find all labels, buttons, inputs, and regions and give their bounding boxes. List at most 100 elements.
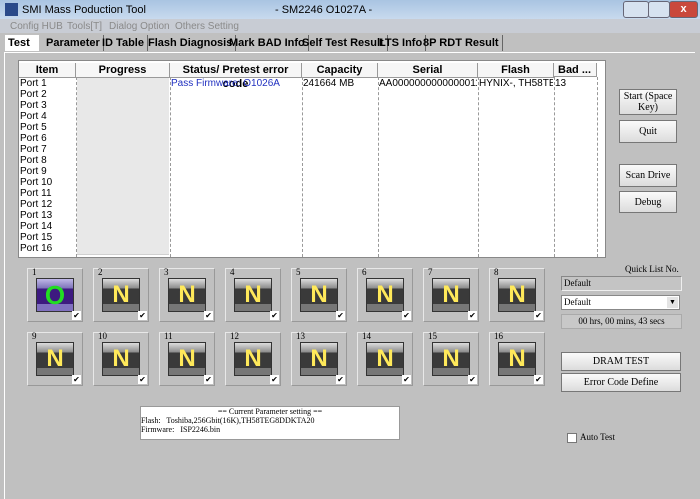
tab-8p-rdt-result[interactable]: 8P RDT Result	[420, 35, 503, 51]
table-row[interactable]: Port 6	[19, 133, 597, 145]
scan-drive-button[interactable]: Scan Drive	[619, 164, 677, 187]
cell-status	[171, 188, 301, 199]
slot-10[interactable]: 10 N ✔	[93, 331, 149, 386]
slot-checkbox[interactable]: ✔	[138, 311, 147, 320]
table-row[interactable]: Port 12	[19, 199, 597, 211]
slot-checkbox[interactable]: ✔	[72, 375, 81, 384]
slot-checkbox[interactable]: ✔	[468, 375, 477, 384]
header-status[interactable]: Status/ Pretest error code	[170, 63, 302, 90]
slot-checkbox[interactable]: ✔	[336, 311, 345, 320]
header-serial[interactable]: Serial	[378, 63, 478, 78]
slot-8[interactable]: 8 N ✔	[489, 267, 545, 322]
slot-1[interactable]: 1 O ✔	[27, 267, 83, 322]
cell-serial	[379, 100, 477, 111]
header-bad[interactable]: Bad ...	[554, 63, 597, 77]
slot-4[interactable]: 4 N ✔	[225, 267, 281, 322]
header-item[interactable]: Item	[19, 63, 76, 78]
cell-item: Port 4	[20, 111, 47, 122]
header-progress[interactable]: Progress	[76, 63, 170, 78]
tab-flash-diagnosis[interactable]: Flash Diagnosis	[145, 35, 237, 51]
cell-bad	[555, 232, 597, 243]
table-row[interactable]: Port 5	[19, 122, 597, 134]
cell-item: Port 16	[20, 243, 53, 254]
slot-checkbox[interactable]: ✔	[204, 311, 213, 320]
tab-parameter[interactable]: Parameter	[43, 35, 104, 51]
menu-tools[interactable]: Tools[T]	[67, 21, 102, 32]
table-row[interactable]: Port 9	[19, 166, 597, 178]
cell-bad	[555, 188, 597, 199]
slot-number: 10	[98, 331, 107, 341]
tab-mark-bad-info[interactable]: Mark BAD Info	[226, 35, 309, 51]
slot-checkbox[interactable]: ✔	[270, 311, 279, 320]
quick-list-select[interactable]: Default ▼	[561, 295, 680, 310]
slot-5[interactable]: 5 N ✔	[291, 267, 347, 322]
cell-serial	[379, 177, 477, 188]
menu-dialog-option[interactable]: Dialog Option	[109, 21, 170, 32]
progress-bar	[77, 243, 169, 255]
cell-item: Port 5	[20, 122, 47, 133]
slot-14[interactable]: 14 N ✔	[357, 331, 413, 386]
slot-checkbox[interactable]: ✔	[402, 375, 411, 384]
header-flash[interactable]: Flash	[478, 63, 554, 78]
table-row[interactable]: Port 14	[19, 221, 597, 233]
slot-7[interactable]: 7 N ✔	[423, 267, 479, 322]
menu-others-setting[interactable]: Others Setting	[175, 21, 239, 32]
slot-checkbox[interactable]: ✔	[534, 311, 543, 320]
slot-checkbox[interactable]: ✔	[534, 375, 543, 384]
table-row[interactable]: Port 15	[19, 232, 597, 244]
slot-checkbox[interactable]: ✔	[204, 375, 213, 384]
table-row[interactable]: Port 7	[19, 144, 597, 156]
close-button[interactable]: x	[669, 1, 698, 18]
slot-9[interactable]: 9 N ✔	[27, 331, 83, 386]
error-code-define-button[interactable]: Error Code Define	[561, 373, 681, 392]
port-table[interactable]: Item Progress Status/ Pretest error code…	[18, 60, 606, 258]
table-row[interactable]: Port 8	[19, 155, 597, 167]
cell-bad: 13	[555, 78, 567, 89]
maximize-button[interactable]	[648, 1, 670, 18]
tab-lts-info[interactable]: LTS Info	[376, 35, 427, 51]
cell-status	[171, 210, 301, 221]
debug-button[interactable]: Debug	[619, 191, 677, 213]
slot-2[interactable]: 2 N ✔	[93, 267, 149, 322]
slot-number: 4	[230, 267, 235, 277]
slot-checkbox[interactable]: ✔	[72, 311, 81, 320]
header-capacity[interactable]: Capacity	[302, 63, 378, 78]
table-row[interactable]: Port 4	[19, 111, 597, 123]
menu-config-hub[interactable]: Config HUB	[10, 21, 63, 32]
slot-16[interactable]: 16 N ✔	[489, 331, 545, 386]
slot-checkbox[interactable]: ✔	[138, 375, 147, 384]
slot-status-icon: N	[366, 278, 404, 312]
table-row[interactable]: Port 16	[19, 243, 597, 255]
dram-test-button[interactable]: DRAM TEST	[561, 352, 681, 371]
slot-15[interactable]: 15 N ✔	[423, 331, 479, 386]
start-button[interactable]: Start (Space Key)	[619, 89, 677, 115]
slot-11[interactable]: 11 N ✔	[159, 331, 215, 386]
slot-13[interactable]: 13 N ✔	[291, 331, 347, 386]
slot-12[interactable]: 12 N ✔	[225, 331, 281, 386]
table-row[interactable]: Port 2	[19, 89, 597, 101]
table-row[interactable]: Port 10	[19, 177, 597, 189]
slot-6[interactable]: 6 N ✔	[357, 267, 413, 322]
table-row[interactable]: Port 13	[19, 210, 597, 222]
quit-button[interactable]: Quit	[619, 120, 677, 143]
slot-checkbox[interactable]: ✔	[402, 311, 411, 320]
minimize-button[interactable]	[623, 1, 649, 18]
tab-test[interactable]: Test	[5, 35, 39, 51]
slot-3[interactable]: 3 N ✔	[159, 267, 215, 322]
table-row[interactable]: Port 1 Pass Firmware: O1026A 241664 MB AA00…	[19, 78, 597, 90]
auto-test-checkbox[interactable]	[567, 433, 577, 443]
chevron-down-icon[interactable]: ▼	[667, 297, 678, 308]
title-bar: SMI Mass Poduction Tool - SM2246 O1027A …	[0, 0, 700, 19]
slot-checkbox[interactable]: ✔	[336, 375, 345, 384]
slot-number: 1	[32, 267, 37, 277]
tab-self-test-result[interactable]: Self Test Result	[299, 35, 388, 51]
cell-status	[171, 177, 301, 188]
tab-id-table[interactable]: ID Table	[99, 35, 148, 51]
cell-flash	[479, 232, 553, 243]
slot-checkbox[interactable]: ✔	[270, 375, 279, 384]
table-row[interactable]: Port 11	[19, 188, 597, 200]
cell-capacity	[303, 188, 377, 199]
slot-checkbox[interactable]: ✔	[468, 311, 477, 320]
table-row[interactable]: Port 3	[19, 100, 597, 112]
cell-capacity	[303, 133, 377, 144]
